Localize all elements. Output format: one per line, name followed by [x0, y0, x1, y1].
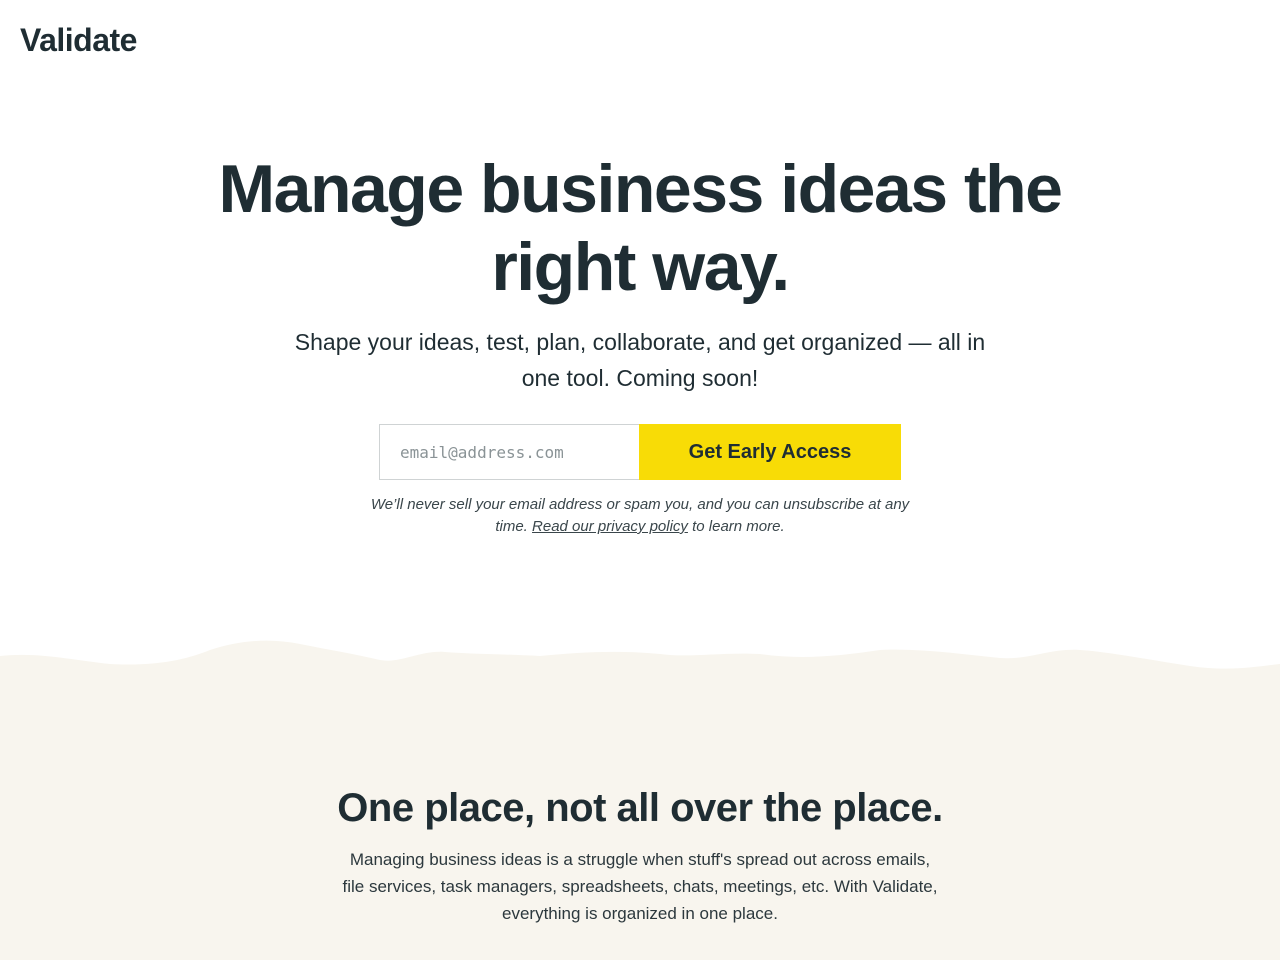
- hero-section: Manage business ideas the right way. Sha…: [0, 150, 1280, 538]
- torn-paper-divider: [0, 640, 1280, 690]
- privacy-policy-link[interactable]: Read our privacy policy: [532, 518, 688, 535]
- email-input[interactable]: [379, 424, 639, 480]
- feature-section: One place, not all over the place. Manag…: [0, 688, 1280, 960]
- signup-form: Get Early Access: [379, 424, 901, 480]
- section-title: One place, not all over the place.: [337, 786, 943, 830]
- privacy-disclaimer: We’ll never sell your email address or s…: [370, 494, 910, 538]
- disclaimer-text-after: to learn more.: [687, 518, 785, 535]
- logo[interactable]: Validate: [20, 22, 137, 59]
- get-early-access-button[interactable]: Get Early Access: [639, 424, 901, 480]
- hero-title: Manage business ideas the right way.: [218, 151, 1063, 305]
- landing-page: Validate Manage business ideas the right…: [0, 0, 1280, 960]
- hero-subtitle: Shape your ideas, test, plan, collaborat…: [294, 329, 986, 391]
- section-body: Managing business ideas is a struggle wh…: [342, 850, 938, 923]
